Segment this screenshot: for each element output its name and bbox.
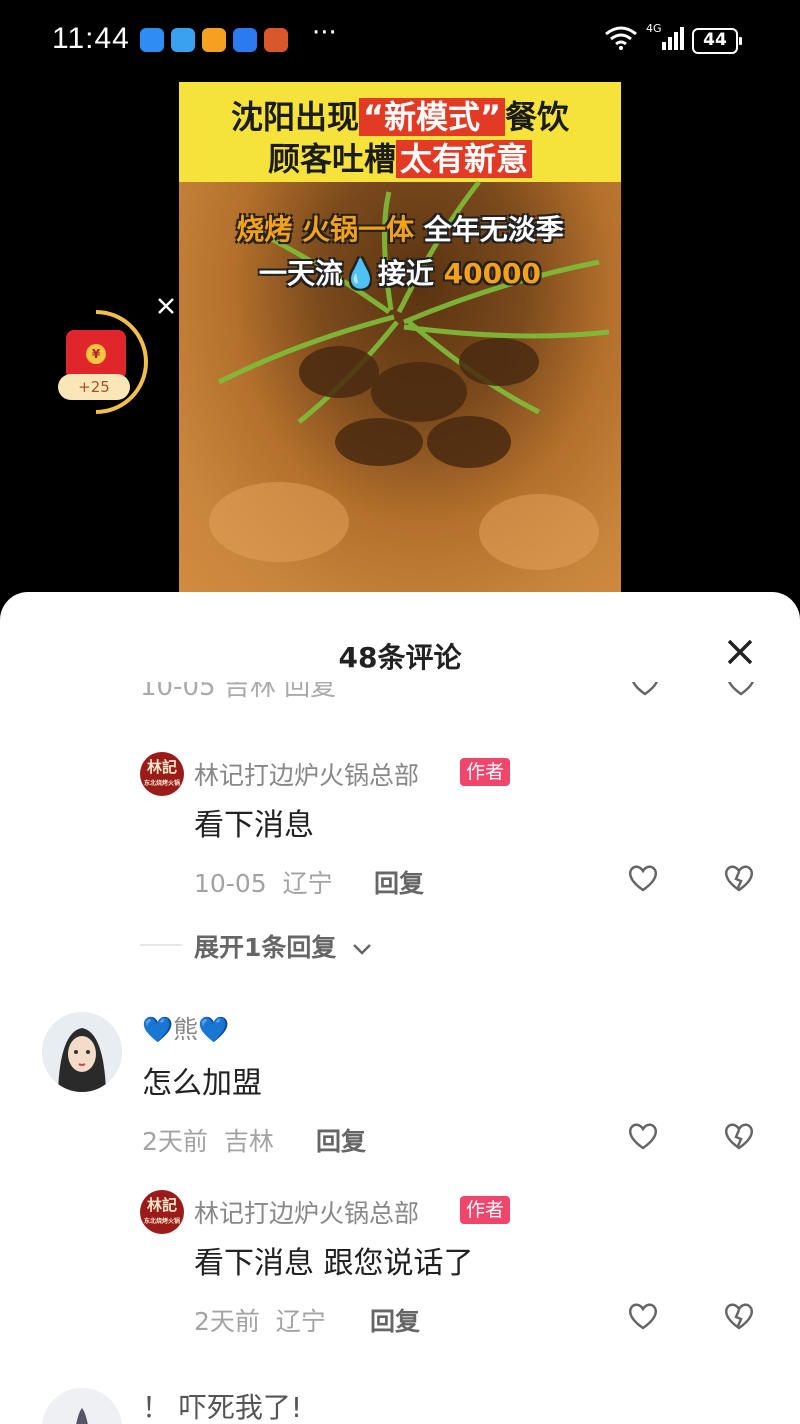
truncated-meta: 10-05 吉林 回复 [140,682,337,702]
avatar-subtext: 东北烧烤火锅 [143,1218,180,1225]
truncated-comment-row: 10-05 吉林 回复 [140,682,780,706]
search-app-icon [233,28,257,52]
author-badge: 作者 [460,1196,511,1224]
reply-button[interactable]: 回复 [316,1122,366,1158]
status-time: 11:44 [52,22,130,55]
comment-location: 辽宁 [282,869,333,898]
signal-icon [662,27,684,50]
comment-text: 看下消息 跟您说话了 [194,1246,474,1281]
comment-username[interactable]: 💙熊💙 [142,1010,229,1046]
like-icon[interactable] [626,862,660,894]
reply-button[interactable]: 回复 [370,1302,420,1338]
portrait-avatar-image [42,1012,122,1092]
bonus-count: +25 [58,374,130,400]
comment-username[interactable]: 林记打边炉火锅总部 [194,756,419,792]
scallion-garnish-image [209,180,610,570]
like-icon[interactable] [626,1120,660,1152]
video-subline1: 烧烤 火锅一体 全年无淡季 [179,208,621,248]
reply-button[interactable]: 回复 [374,864,424,900]
close-comments-icon[interactable] [722,634,758,670]
game-app-icon [264,28,288,52]
comment-username[interactable]: 林记打边炉火锅总部 [194,1194,419,1230]
comment-meta: 10-05 辽宁 [194,864,333,900]
water-drop-icon: 💧 [342,257,378,290]
comment-date: 10-05 [194,869,267,898]
subline-highlight: 烧烤 火锅一体 [236,213,414,246]
dislike-icon[interactable] [722,1120,756,1152]
avatar-text: 林記 [146,758,177,776]
avatar-text: 林記 [146,1196,177,1214]
subline-number: 40000 [443,257,542,290]
more-notifications-icon: ··· [312,18,337,48]
comment-meta: 2天前 辽宁 [194,1302,326,1338]
dislike-icon[interactable] [722,862,756,894]
comments-title: 48条评论 [338,641,462,674]
red-packet-widget[interactable]: ¥ +25 [56,306,152,418]
comment-date: 2天前 [194,1307,260,1336]
author-avatar[interactable]: 林記 东北烧烤火锅 [140,1190,184,1234]
video-player[interactable]: 沈阳出现 “新模式” 餐饮 顾客吐槽 太有新意 烧烤 火锅一体 全年无淡季 一天… [179,82,621,592]
close-red-packet-icon[interactable] [156,296,176,316]
portrait-avatar-image [42,1388,122,1424]
user-avatar[interactable] [42,1012,122,1092]
cloud-app-icon [171,28,195,52]
video-app-icon [202,28,226,52]
comment-text: ！ 吓死我了! [142,1391,303,1424]
chevron-down-icon [353,944,372,955]
expand-divider [140,944,182,946]
dislike-icon[interactable] [722,1300,756,1332]
author-badge: 作者 [460,758,511,786]
comment-meta: 2天前 吉林 [142,1122,274,1158]
comments-panel: 48条评论 10-05 吉林 回复 林記 东北烧烤火锅 林记打边炉火锅总部 作者… [0,592,800,1424]
dislike-icon[interactable] [724,682,758,698]
avatar-subtext: 东北烧烤火锅 [143,780,180,787]
wifi-icon [605,26,637,50]
battery-indicator: 44 [692,28,742,54]
message-app-icon [140,28,164,52]
video-subline2: 一天流💧接近 40000 [179,252,621,292]
subline-text: 接近 [377,257,444,290]
expand-replies-button[interactable]: 展开1条回复 [194,928,373,964]
comment-location: 吉林 [223,1127,274,1156]
expand-replies-label: 展开1条回复 [194,933,337,962]
notification-icons [140,28,288,52]
comment-text: 怎么加盟 [142,1066,262,1101]
status-bar: 11:44 ··· 4G 44 [0,0,800,82]
user-avatar[interactable] [42,1388,122,1424]
comment-date: 2天前 [142,1127,208,1156]
coin-icon: ¥ [86,344,106,364]
subline-text: 全年无淡季 [414,213,564,246]
author-avatar[interactable]: 林記 东北烧烤火锅 [140,752,184,796]
subline-text: 一天流 [258,257,343,290]
like-icon[interactable] [628,682,662,698]
comment-text: 看下消息 [194,808,314,843]
comment-location: 辽宁 [275,1307,326,1336]
like-icon[interactable] [626,1300,660,1332]
